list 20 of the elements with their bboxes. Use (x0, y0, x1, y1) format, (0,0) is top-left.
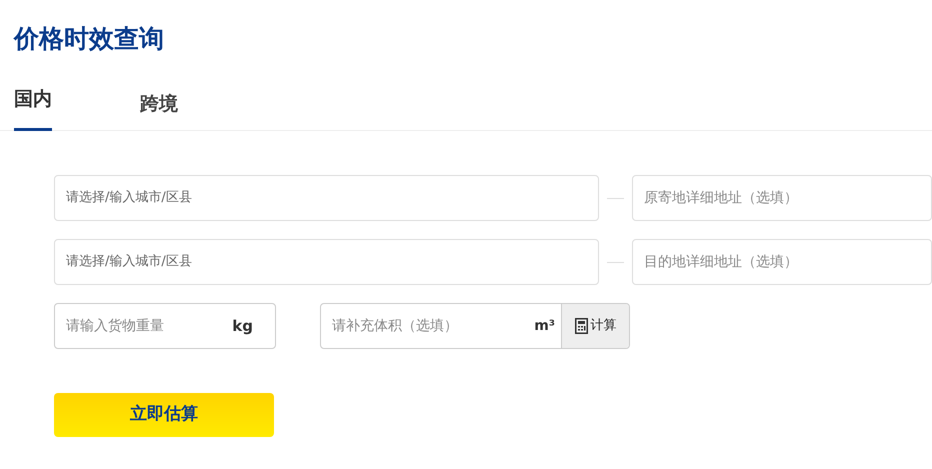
city-field[interactable]: 请选择/输入城市/区县 (54, 239, 600, 285)
volume-placeholder: 请补充体积（选填） (332, 316, 458, 336)
estimate-button[interactable]: 立即估算 (54, 393, 274, 437)
city-field[interactable]: 请选择/输入城市/区县 (54, 175, 600, 221)
weight-placeholder: 请输入货物重量 (66, 316, 164, 336)
address-field[interactable]: 原寄地详细地址（选填） (632, 175, 932, 221)
weight-unit: kg (232, 316, 253, 337)
calculate-button[interactable]: 计算 (561, 304, 629, 348)
tab[interactable]: 国内 (14, 80, 52, 131)
tab[interactable]: 跨境 (140, 80, 178, 131)
address-field[interactable]: 目的地详细地址（选填） (632, 239, 932, 285)
volume-unit: m³ (534, 316, 555, 336)
address-placeholder: 原寄地详细地址（选填） (644, 188, 798, 208)
city-placeholder: 请选择/输入城市/区县 (66, 253, 192, 272)
volume-field[interactable]: 请补充体积（选填） m³ 计算 (320, 303, 630, 349)
city-placeholder: 请选择/输入城市/区县 (66, 189, 192, 208)
address-placeholder: 目的地详细地址（选填） (644, 252, 798, 272)
page-title: 价格时效查询 (14, 23, 164, 55)
calculator-icon (574, 318, 588, 334)
weight-field[interactable]: 请输入货物重量 kg (54, 303, 276, 349)
